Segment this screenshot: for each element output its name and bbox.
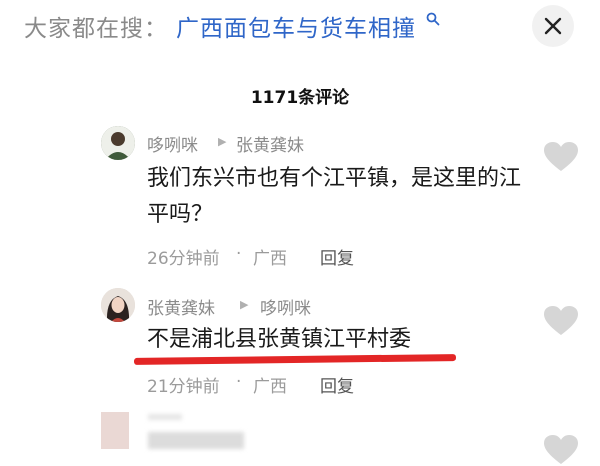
triangle-right-icon: ▶: [240, 298, 249, 311]
comment-location: 广西: [253, 377, 287, 397]
heart-icon[interactable]: [543, 434, 579, 466]
avatar-image: [101, 126, 135, 160]
avatar[interactable]: [101, 288, 135, 322]
reply-to-user[interactable]: 哆咧咪: [260, 294, 311, 319]
avatar-image: [101, 288, 135, 322]
meta-separator: ·: [236, 244, 242, 264]
comment-location: 广西: [253, 249, 287, 269]
heart-icon[interactable]: [543, 141, 579, 173]
comment-author[interactable]: 哆咧咪: [147, 131, 198, 156]
close-icon: [544, 17, 562, 35]
reply-button[interactable]: 回复: [320, 244, 354, 269]
meta-separator: ·: [236, 372, 242, 392]
comment-author[interactable]: 张黄龚妹: [147, 294, 215, 319]
avatar[interactable]: [101, 412, 129, 449]
comment-time: 26分钟前: [147, 249, 220, 269]
close-button[interactable]: [532, 5, 574, 47]
blurred-comment-text: [148, 432, 244, 449]
search-prefix: 大家都在搜：: [24, 16, 168, 42]
search-query-link[interactable]: 广西面包车与货车相撞: [176, 9, 416, 43]
avatar[interactable]: [101, 126, 135, 160]
comment-text: 我们东兴市也有个江平镇，是这里的江平吗？: [147, 166, 522, 227]
reply-to-user[interactable]: 张黄龚妹: [236, 131, 304, 156]
comment-time: 21分钟前: [147, 377, 220, 397]
search-bar[interactable]: 大家都在搜： 广西面包车与货车相撞: [0, 0, 600, 54]
triangle-right-icon: ▶: [218, 135, 227, 148]
heart-icon[interactable]: [543, 305, 579, 337]
comment-text: 不是浦北县张黄镇江平村委: [147, 327, 412, 352]
search-icon[interactable]: [426, 12, 440, 26]
comment-count: 1171条评论: [250, 88, 350, 108]
blurred-username: [148, 414, 182, 420]
reply-button[interactable]: 回复: [320, 372, 354, 397]
